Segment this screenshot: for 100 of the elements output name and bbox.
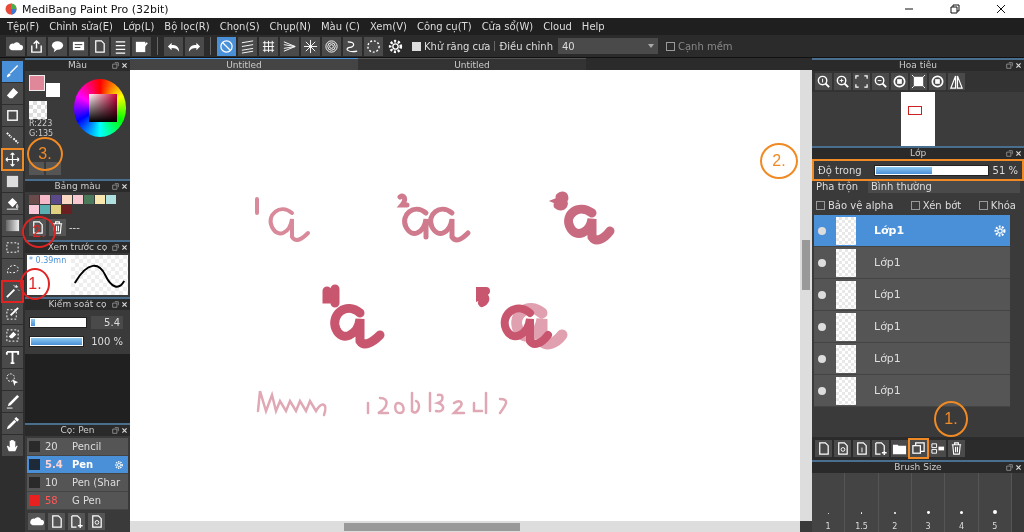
toolbar-button[interactable] — [6, 36, 25, 56]
opacity-slider[interactable] — [874, 164, 989, 176]
toolbar-button[interactable] — [185, 36, 204, 56]
menu-item[interactable]: Chụp(N) — [264, 21, 316, 32]
palette-swatch[interactable] — [40, 205, 50, 214]
palette-swatch[interactable] — [62, 205, 72, 214]
color-button[interactable] — [46, 162, 61, 175]
brush-size-preset[interactable]: 1.5 — [845, 473, 879, 532]
toolbar-button[interactable] — [132, 36, 151, 56]
brush-item[interactable]: 10 Pen (Shar — [27, 474, 128, 492]
visibility-dot-icon[interactable] — [818, 354, 826, 363]
brush-size-preset[interactable]: 4 — [945, 473, 979, 532]
toolbar-button[interactable] — [111, 36, 130, 56]
snap-button[interactable] — [343, 36, 362, 56]
navigator-button[interactable] — [891, 73, 908, 90]
tool-button[interactable] — [2, 435, 23, 456]
layer-item[interactable]: Lớp1 — [814, 247, 1010, 279]
tool-button[interactable] — [2, 193, 23, 214]
snap-button[interactable] — [301, 36, 320, 56]
toolbar-button[interactable] — [48, 36, 67, 56]
tool-button[interactable] — [2, 237, 23, 258]
tool-button[interactable] — [2, 325, 23, 346]
visibility-dot-icon[interactable] — [818, 226, 826, 235]
layer-item[interactable]: Lớp1 — [814, 343, 1010, 375]
antialias-checkbox[interactable]: Khử răng cưa — [412, 40, 491, 52]
close-icon[interactable] — [996, 4, 1006, 14]
visibility-dot-icon[interactable] — [818, 258, 826, 267]
tool-button[interactable] — [2, 215, 23, 236]
tool-button[interactable] — [2, 369, 23, 390]
gear-icon[interactable] — [387, 37, 404, 55]
palette-swatch[interactable] — [95, 195, 105, 204]
tool-button[interactable] — [2, 281, 23, 302]
layer-button[interactable] — [834, 440, 851, 457]
toolbar-button[interactable] — [164, 36, 183, 56]
primary-color-swatch[interactable] — [29, 75, 45, 91]
layer-button[interactable] — [891, 440, 908, 457]
snap-button[interactable] — [217, 36, 236, 56]
tool-button[interactable] — [2, 105, 23, 126]
layer-button[interactable] — [910, 440, 927, 457]
tool-button[interactable] — [2, 127, 23, 148]
menu-item[interactable]: Help — [576, 21, 610, 32]
layer-item[interactable]: Lớp1 — [814, 279, 1010, 311]
layer-option-checkbox[interactable]: Bảo vệ alpha — [816, 200, 894, 211]
correction-dropdown[interactable]: 40 — [558, 38, 658, 54]
brush-tool-button[interactable] — [48, 513, 65, 530]
layer-item[interactable]: Lớp1 — [814, 375, 1010, 407]
navigator-button[interactable] — [872, 73, 889, 90]
menu-item[interactable]: Xem(V) — [364, 21, 412, 32]
menu-item[interactable]: Chỉnh sửa(E) — [44, 21, 118, 32]
visibility-dot-icon[interactable] — [818, 386, 826, 395]
tool-button[interactable] — [2, 303, 23, 324]
brush-size-preset[interactable]: 2 — [878, 473, 912, 532]
brush-tool-button[interactable] — [68, 513, 85, 530]
toolbar-button[interactable] — [90, 36, 109, 56]
layer-option-checkbox[interactable]: Khóa — [978, 200, 1016, 211]
brush-size-preset[interactable]: 1 — [812, 473, 846, 532]
palette-swatch[interactable] — [73, 195, 83, 204]
brush-item[interactable]: 20 Pencil — [27, 438, 128, 456]
layer-option-checkbox[interactable]: Xén bớt — [910, 200, 962, 211]
toolbar-button[interactable] — [69, 36, 88, 56]
tool-button[interactable] — [2, 413, 23, 434]
tool-button[interactable] — [2, 149, 23, 170]
brush-tool-button[interactable] — [88, 513, 105, 530]
palette-swatch[interactable] — [40, 195, 50, 204]
menu-item[interactable]: Bộ lọc(R) — [159, 21, 215, 32]
menu-item[interactable]: Chọn(S) — [214, 21, 265, 32]
navigator-button[interactable] — [834, 73, 851, 90]
brush-item[interactable]: 58 G Pen — [27, 492, 128, 510]
brush-size-preset[interactable]: 3 — [912, 473, 946, 532]
palette-swatch[interactable] — [62, 195, 72, 204]
menu-item[interactable]: Cloud — [538, 21, 577, 32]
menu-item[interactable]: Màu (C) — [315, 21, 365, 32]
snap-button[interactable] — [238, 36, 257, 56]
brush-size-preset[interactable]: 5 — [978, 473, 1012, 532]
navigator-button[interactable] — [853, 73, 870, 90]
layer-button[interactable] — [872, 440, 889, 457]
navigator-button[interactable] — [815, 73, 832, 90]
palette-swatch[interactable] — [29, 205, 39, 214]
layer-button[interactable] — [853, 440, 870, 457]
document-tab[interactable]: Untitled — [130, 58, 358, 70]
menu-item[interactable]: Công cụ(T) — [411, 21, 477, 32]
delete-palette-button[interactable] — [49, 219, 66, 236]
palette-swatch[interactable] — [106, 195, 116, 204]
palette-swatch[interactable] — [51, 205, 61, 214]
snap-button[interactable] — [322, 36, 341, 56]
visibility-dot-icon[interactable] — [818, 322, 826, 331]
brush-tool-button[interactable] — [28, 513, 45, 530]
tool-button[interactable] — [2, 83, 23, 104]
snap-button[interactable] — [259, 36, 278, 56]
transparent-color-swatch[interactable] — [29, 101, 47, 119]
tool-button[interactable] — [2, 347, 23, 368]
snap-button[interactable] — [364, 36, 383, 56]
secondary-color-swatch[interactable] — [46, 83, 60, 97]
visibility-dot-icon[interactable] — [818, 290, 826, 299]
layer-button[interactable] — [815, 440, 832, 457]
toolbar-button[interactable] — [27, 36, 46, 56]
soft-edge-checkbox[interactable]: Cạnh mềm — [666, 40, 733, 52]
document-tab[interactable]: Untitled — [358, 58, 586, 70]
caret-icon[interactable] — [648, 44, 654, 48]
menu-item[interactable]: Cửa sổ(W) — [476, 21, 539, 32]
